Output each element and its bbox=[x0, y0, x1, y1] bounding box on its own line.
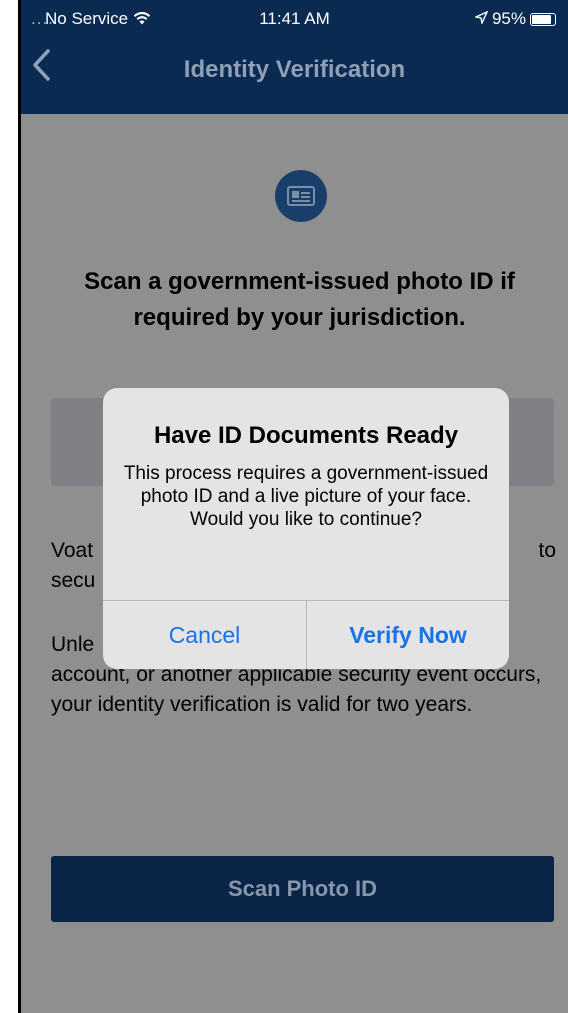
para2-rest: account, or another applicable security … bbox=[51, 663, 542, 716]
alert-dialog: Have ID Documents Ready This process req… bbox=[103, 388, 509, 669]
status-bar: .... No Service 11:41 AM 95% bbox=[21, 0, 568, 34]
heading: Scan a government-issued photo ID if req… bbox=[84, 268, 515, 331]
id-card-icon bbox=[275, 170, 327, 222]
phone-screen: .... No Service 11:41 AM 95% Identity Ve… bbox=[18, 0, 568, 1013]
nav-bar: Identity Verification bbox=[21, 34, 568, 114]
para1-line1: Voat bbox=[51, 539, 94, 562]
verify-now-button[interactable]: Verify Now bbox=[307, 601, 509, 669]
location-arrow-icon bbox=[473, 9, 489, 29]
alert-title: Have ID Documents Ready bbox=[153, 422, 459, 449]
cancel-button[interactable]: Cancel bbox=[103, 601, 306, 669]
scan-photo-id-button[interactable]: Scan Photo ID bbox=[51, 856, 554, 922]
battery-icon bbox=[530, 12, 556, 26]
para1-line1-end: to bbox=[538, 539, 556, 562]
battery-percent: 95% bbox=[491, 9, 526, 28]
page-title: Identity Verification bbox=[183, 56, 406, 83]
alert-message: This process requires a government-issue… bbox=[123, 463, 489, 530]
